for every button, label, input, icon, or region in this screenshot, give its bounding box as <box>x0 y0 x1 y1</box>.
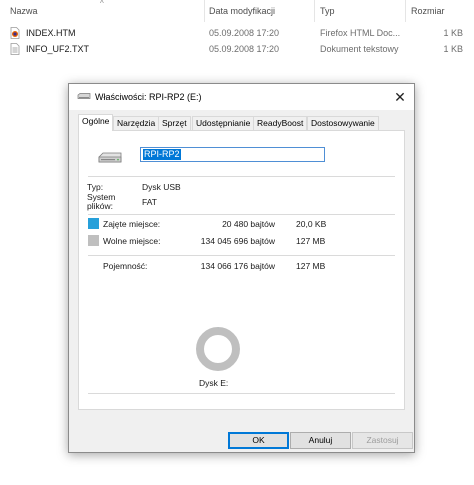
tab-customize[interactable]: Dostosowywanie <box>307 116 379 130</box>
capacity-bytes: 134 066 176 bajtów <box>200 261 275 271</box>
file-modified: 05.09.2008 17:20 <box>209 28 280 38</box>
dialog-titlebar[interactable]: Właściwości: RPI-RP2 (E:) ✕ <box>69 84 414 110</box>
divider <box>88 393 395 394</box>
file-size: 1 KB <box>443 44 463 54</box>
capacity-size: 127 MB <box>296 261 326 271</box>
apply-button[interactable]: Zastosuj <box>352 432 413 449</box>
filesystem-value: FAT <box>142 197 157 207</box>
text-file-icon <box>10 43 20 55</box>
file-type: Dokument tekstowy <box>320 44 399 54</box>
usb-drive-icon <box>98 152 122 163</box>
divider <box>88 214 395 215</box>
column-modified[interactable]: Data modyfikacji <box>209 6 275 16</box>
free-space-size: 127 MB <box>296 236 326 246</box>
column-separator[interactable] <box>314 0 315 22</box>
file-row[interactable]: INDEX.HTM 05.09.2008 17:20 Firefox HTML … <box>0 26 474 42</box>
column-name[interactable]: Nazwa <box>10 6 38 16</box>
tab-hardware[interactable]: Sprzęt <box>158 116 191 130</box>
filesystem-label-line2: plików: <box>87 201 113 211</box>
file-row[interactable]: INFO_UF2.TXT 05.09.2008 17:20 Dokument t… <box>0 42 474 58</box>
file-type: Firefox HTML Doc... <box>320 28 401 38</box>
drive-name-input[interactable]: RPI-RP2 <box>140 147 325 162</box>
column-type[interactable]: Typ <box>320 6 335 16</box>
firefox-html-file-icon <box>10 27 20 39</box>
type-value: Dysk USB <box>142 182 181 192</box>
file-size: 1 KB <box>443 28 463 38</box>
file-name: INDEX.HTM <box>26 28 76 38</box>
column-separator[interactable] <box>405 0 406 22</box>
tab-general[interactable]: Ogólne <box>78 114 114 131</box>
used-space-label: Zajęte miejsce: <box>103 219 161 229</box>
dialog-title: Właściwości: RPI-RP2 (E:) <box>95 92 202 102</box>
used-space-swatch <box>88 218 99 229</box>
tab-sharing[interactable]: Udostępnianie <box>192 116 255 130</box>
divider <box>88 176 395 177</box>
general-tab-panel: RPI-RP2 Typ: Dysk USB System plików: FAT… <box>78 130 405 410</box>
properties-dialog: Właściwości: RPI-RP2 (E:) ✕ Ogólne Narzę… <box>68 83 415 453</box>
type-label: Typ: <box>87 182 104 192</box>
column-header-bar: Nazwa ^ Data modyfikacji Typ Rozmiar <box>0 0 474 22</box>
usage-donut-chart <box>196 327 240 371</box>
free-space-bytes: 134 045 696 bajtów <box>200 236 275 246</box>
ok-button[interactable]: OK <box>228 432 289 449</box>
tab-tools[interactable]: Narzędzia <box>113 116 160 130</box>
used-space-size: 20,0 KB <box>296 219 327 229</box>
divider <box>88 255 395 256</box>
drive-name-value: RPI-RP2 <box>143 149 181 160</box>
file-name: INFO_UF2.TXT <box>26 44 90 54</box>
usb-drive-icon <box>77 93 91 99</box>
used-space-bytes: 20 480 bajtów <box>222 219 275 229</box>
free-space-swatch <box>88 235 99 246</box>
file-modified: 05.09.2008 17:20 <box>209 44 280 54</box>
close-button[interactable]: ✕ <box>386 84 414 110</box>
column-size[interactable]: Rozmiar <box>411 6 445 16</box>
donut-free-segment <box>196 327 240 371</box>
column-separator[interactable] <box>204 0 205 22</box>
cancel-button[interactable]: Anuluj <box>290 432 351 449</box>
capacity-label: Pojemność: <box>103 261 148 271</box>
tab-readyboost[interactable]: ReadyBoost <box>253 116 308 130</box>
sort-ascending-icon: ^ <box>100 0 104 8</box>
free-space-label: Wolne miejsce: <box>103 236 161 246</box>
drive-letter-label: Dysk E: <box>199 378 229 388</box>
